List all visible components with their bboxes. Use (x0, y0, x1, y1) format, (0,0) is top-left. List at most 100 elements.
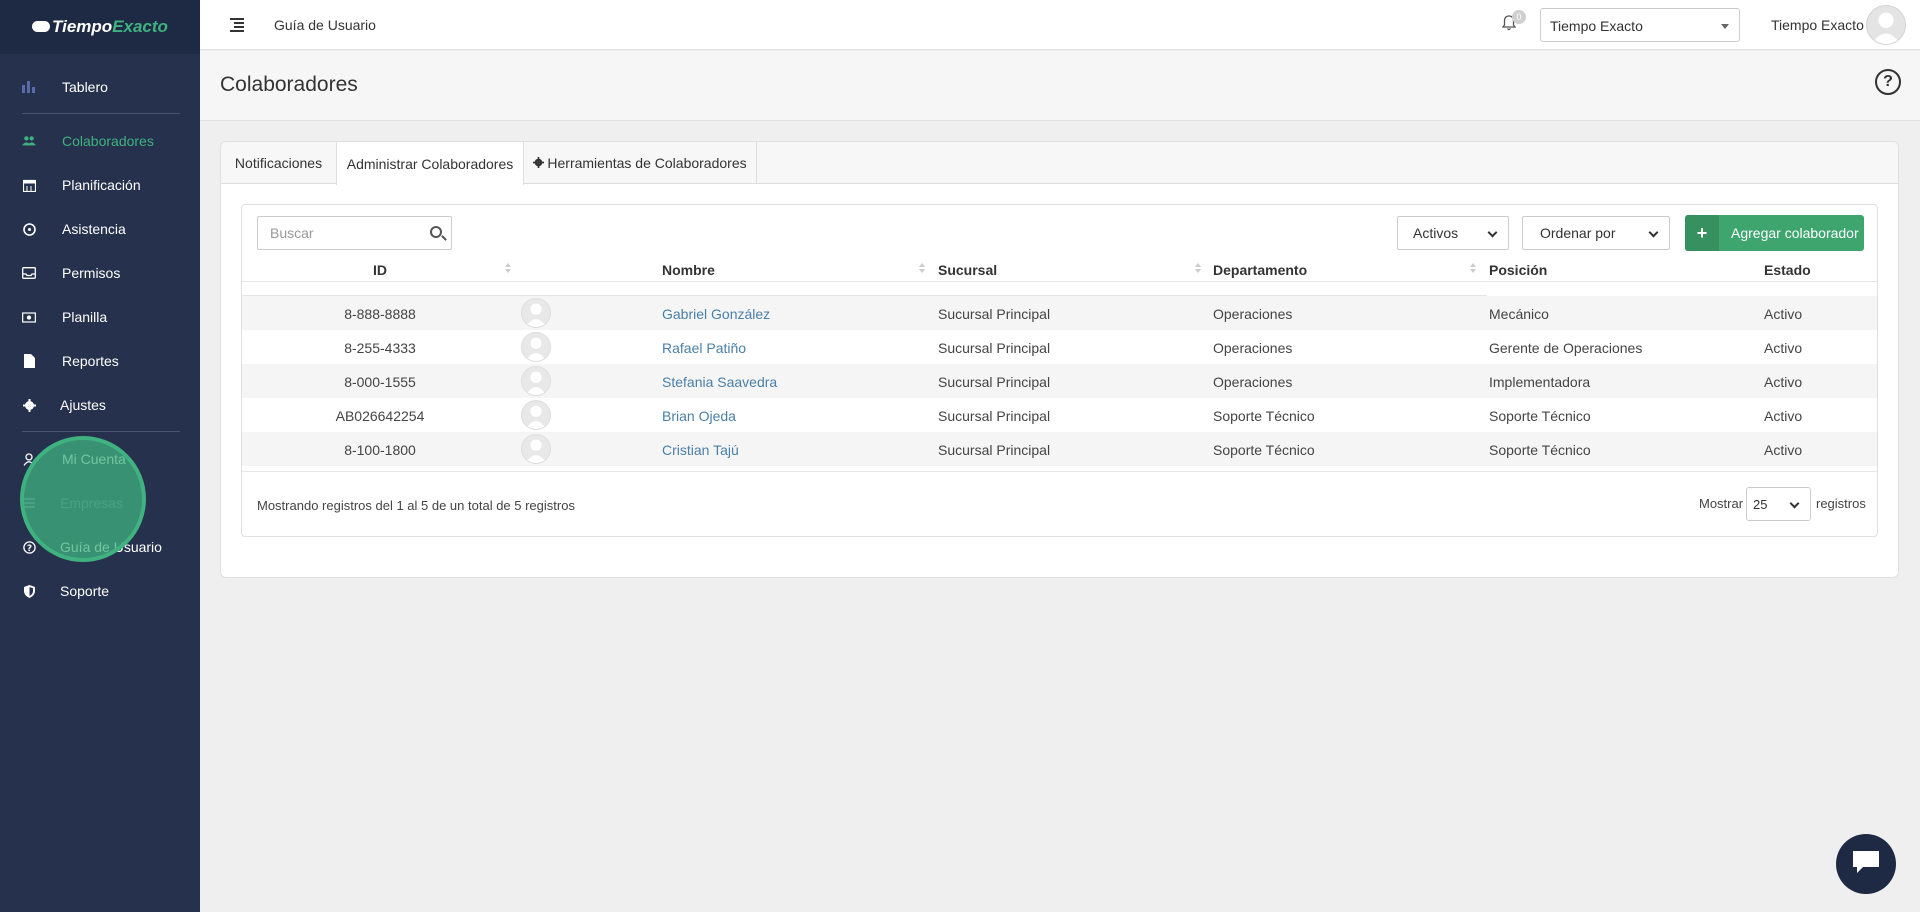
sidebar-item-planilla[interactable]: Planilla (0, 302, 200, 332)
page-size-select[interactable]: 25 (1746, 487, 1811, 521)
column-header-estado[interactable]: Estado (1764, 262, 1811, 278)
logo[interactable]: Tiempo Exacto (0, 0, 200, 54)
sort-icon[interactable] (1470, 263, 1476, 275)
sidebar: Tiempo Exacto Tablero Colaboradores Plani… (0, 0, 200, 912)
table-row[interactable]: 8-100-1800 Cristian Tajú Sucursal Princi… (242, 432, 1877, 466)
sort-icon[interactable] (505, 263, 511, 275)
file-icon (22, 354, 36, 368)
cell-name-link[interactable]: Cristian Tajú (662, 442, 739, 458)
plus-icon: + (1685, 215, 1719, 251)
sidebar-item-empresas[interactable]: Empresas (0, 488, 200, 518)
cloud-icon (32, 20, 51, 32)
question-circle-icon: ? (22, 540, 36, 554)
user-guide-link[interactable]: Guía de Usuario (274, 17, 376, 33)
column-header-id[interactable]: ID (373, 262, 387, 278)
table-row[interactable]: 8-888-8888 Gabriel González Sucursal Pri… (242, 296, 1877, 330)
cell-status: Activo (1764, 374, 1803, 390)
sidebar-item-colaboradores[interactable]: Colaboradores (0, 126, 200, 156)
cell-id: 8-000-1555 (344, 374, 416, 390)
tab-notificaciones[interactable]: Notificaciones (221, 142, 336, 184)
sidebar-item-planificacion[interactable]: Planificación (0, 170, 200, 200)
sidebar-item-label: Soporte (60, 583, 110, 599)
cell-status: Activo (1764, 306, 1803, 322)
sidebar-item-label: Ajustes (60, 397, 106, 413)
tab-administrar-colaboradores[interactable]: Administrar Colaboradores (336, 142, 524, 185)
bar-chart-icon (22, 80, 36, 94)
sidebar-item-label: Asistencia (62, 221, 126, 237)
page-size-value: 25 (1753, 497, 1768, 512)
cell-name-link[interactable]: Brian Ojeda (662, 408, 736, 424)
table-row[interactable]: 8-255-4333 Rafael Patiño Sucursal Princi… (242, 330, 1877, 364)
avatar (521, 400, 551, 430)
sidebar-item-soporte[interactable]: Soporte (0, 576, 200, 606)
status-filter-value: Activos (1413, 225, 1459, 241)
sidebar-item-permisos[interactable]: Permisos (0, 258, 200, 288)
sidebar-item-label: Empresas (60, 495, 124, 511)
sidebar-item-label: Planilla (62, 309, 108, 325)
user-name[interactable]: Tiempo Exacto (1771, 17, 1864, 33)
cell-name-link[interactable]: Stefania Saavedra (662, 374, 777, 390)
cell-department: Soporte Técnico (1213, 442, 1315, 458)
cell-position: Implementadora (1489, 374, 1591, 390)
table-bottom-border (242, 471, 1877, 472)
sidebar-item-reportes[interactable]: Reportes (0, 346, 200, 376)
menu-toggle-icon[interactable] (230, 18, 244, 32)
chevron-down-icon (1648, 227, 1659, 238)
gear-icon (22, 398, 36, 412)
status-filter-select[interactable]: Activos (1397, 216, 1509, 250)
cell-branch: Sucursal Principal (938, 408, 1051, 424)
pagination-info: Mostrando registros del 1 al 5 de un tot… (257, 498, 575, 513)
notification-badge: 0 (1512, 10, 1526, 24)
sort-icon[interactable] (1195, 263, 1201, 275)
cell-id: 8-888-8888 (344, 306, 416, 322)
show-label: Mostrar (1699, 496, 1744, 511)
shield-icon (22, 584, 36, 598)
column-header-sucursal[interactable]: Sucursal (938, 262, 997, 278)
sidebar-item-guia-de-usuario[interactable]: ? Guía de Usuario (0, 532, 200, 562)
list-icon (22, 496, 36, 510)
table-row[interactable]: 8-000-1555 Stefania Saavedra Sucursal Pr… (242, 364, 1877, 398)
order-by-select[interactable]: Ordenar por (1522, 216, 1670, 250)
search-input[interactable]: Buscar (257, 216, 452, 250)
column-header-nombre[interactable]: Nombre (662, 262, 715, 278)
sidebar-item-asistencia[interactable]: Asistencia (0, 214, 200, 244)
sidebar-item-mi-cuenta[interactable]: Mi Cuenta (0, 444, 200, 474)
sidebar-item-label: Planificación (62, 177, 141, 193)
sort-icon[interactable] (919, 263, 925, 275)
tabs: Notificaciones Administrar Colaboradores… (221, 142, 1898, 185)
cell-name-link[interactable]: Gabriel González (662, 306, 770, 322)
cell-status: Activo (1764, 442, 1803, 458)
avatar (521, 366, 551, 396)
avatar[interactable] (1866, 5, 1906, 45)
sidebar-divider (22, 113, 180, 114)
sidebar-item-label: Reportes (62, 353, 119, 369)
column-header-posicion[interactable]: Posición (1489, 262, 1547, 278)
search-icon[interactable] (430, 226, 442, 238)
tab-herramientas-de-colaboradores[interactable]: Herramientas de Colaboradores (524, 142, 757, 184)
calendar-icon (22, 178, 36, 192)
cell-branch: Sucursal Principal (938, 442, 1051, 458)
cell-id: 8-100-1800 (344, 442, 416, 458)
company-select[interactable]: Tiempo Exacto (1540, 8, 1740, 42)
add-collaborator-button[interactable]: + Agregar colaborador (1685, 215, 1864, 251)
clock-icon (22, 222, 36, 236)
help-icon[interactable]: ? (1875, 69, 1901, 95)
avatar (521, 434, 551, 464)
topbar: Guía de Usuario 0 Tiempo Exacto Tiempo E… (200, 0, 1920, 50)
chat-icon (1851, 849, 1881, 880)
cell-position: Soporte Técnico (1489, 408, 1591, 424)
sidebar-item-tablero[interactable]: Tablero (0, 72, 200, 102)
cell-id: AB026642254 (335, 408, 425, 424)
cell-name-link[interactable]: Rafael Patiño (662, 340, 746, 356)
cell-department: Soporte Técnico (1213, 408, 1315, 424)
company-select-value: Tiempo Exacto (1550, 18, 1643, 34)
chevron-down-icon (1789, 498, 1800, 509)
table-row[interactable]: AB026642254 Brian Ojeda Sucursal Princip… (242, 398, 1877, 432)
cell-status: Activo (1764, 340, 1803, 356)
column-header-departamento[interactable]: Departamento (1213, 262, 1307, 278)
sidebar-item-ajustes[interactable]: Ajustes (0, 390, 200, 420)
sidebar-item-label: Tablero (62, 79, 108, 95)
gear-icon (533, 156, 545, 171)
cell-position: Soporte Técnico (1489, 442, 1591, 458)
chat-button[interactable] (1836, 834, 1896, 894)
